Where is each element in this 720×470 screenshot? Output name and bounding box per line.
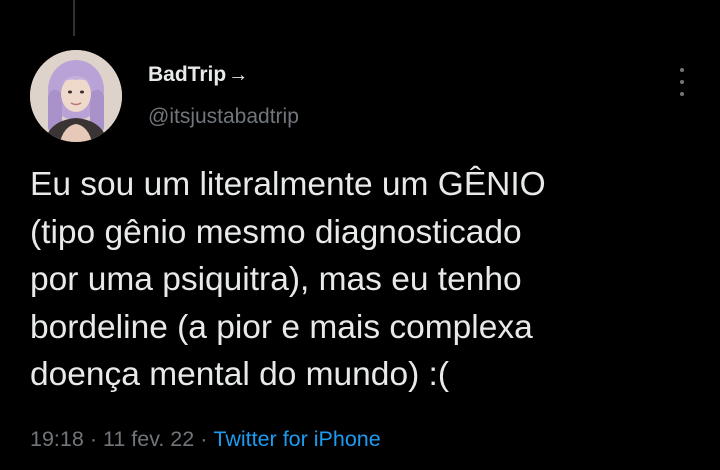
thread-connector-line [73, 0, 75, 36]
tweet-time[interactable]: 19:18 [30, 427, 84, 452]
tweet-source-link[interactable]: Twitter for iPhone [213, 427, 380, 452]
more-dot [680, 68, 684, 72]
avatar-image [30, 50, 122, 142]
more-options-icon[interactable] [670, 68, 694, 96]
meta-separator: · [200, 427, 208, 451]
tweet-meta: 19:18 · 11 fev. 22 · Twitter for iPhone [30, 427, 381, 452]
author-handle[interactable]: @itsjustabadtrip [148, 105, 299, 129]
arrow-right-icon: → [228, 63, 249, 86]
tweet-text: Eu sou um literalmente um GÊNIO (tipo gê… [30, 166, 546, 393]
meta-separator: · [89, 427, 97, 451]
more-dot [680, 92, 684, 96]
author-name-row[interactable]: BadTrip → [148, 63, 248, 87]
avatar[interactable] [30, 50, 122, 142]
author-display-name[interactable]: BadTrip [148, 63, 226, 87]
more-dot [680, 80, 684, 84]
tweet-date[interactable]: 11 fev. 22 [103, 427, 194, 452]
